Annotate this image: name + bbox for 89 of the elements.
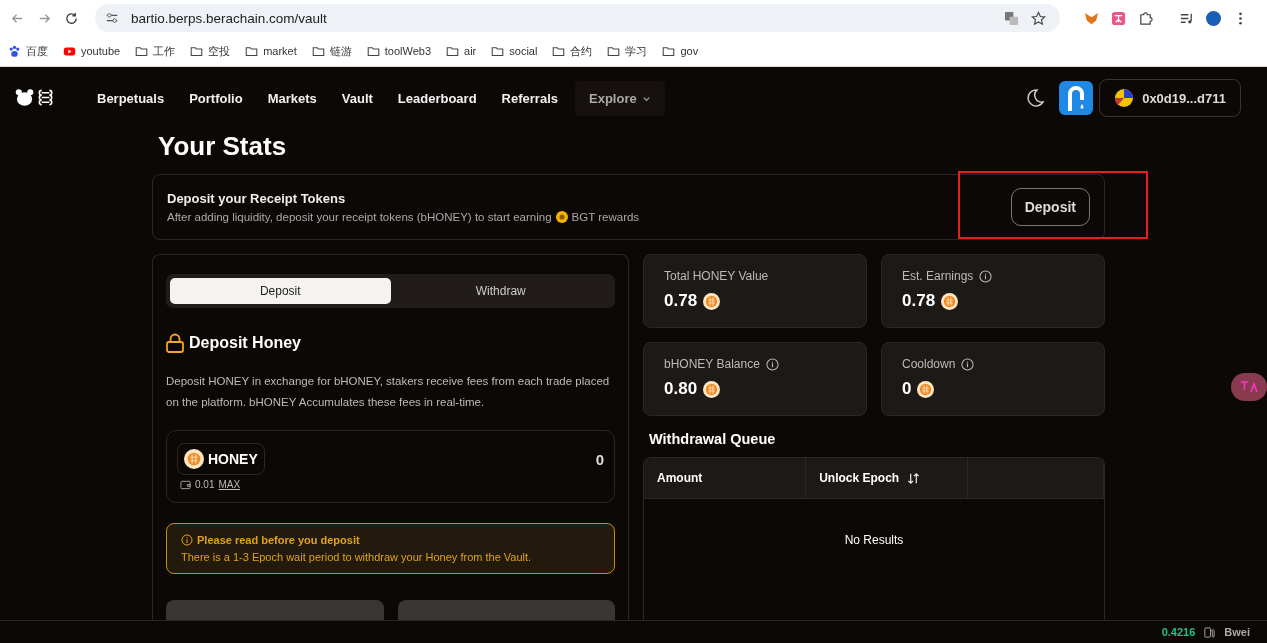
paw-icon [8, 44, 21, 58]
gas-unit: Bwei [1224, 626, 1250, 638]
token-selector[interactable]: HONEY [177, 443, 265, 475]
empty-message: No Results [843, 533, 905, 547]
honey-coin-icon [703, 292, 721, 310]
bookmark[interactable]: 工作 [135, 43, 176, 59]
stat-value: 0.78 [664, 291, 698, 311]
nav-link[interactable]: Berpetuals [85, 90, 178, 106]
translate-button[interactable] [1231, 373, 1267, 401]
fuel-pump-icon [1203, 625, 1217, 639]
max-link[interactable]: MAX [218, 479, 241, 490]
nav-link[interactable]: Markets [255, 90, 330, 106]
bookmark[interactable]: air [446, 44, 477, 58]
stat-label: Cooldown [902, 357, 956, 371]
info-icon[interactable] [765, 357, 779, 371]
folder-icon [135, 44, 149, 58]
play-icon [63, 44, 76, 58]
stat-value: 0.78 [902, 291, 936, 311]
folder-icon [190, 44, 204, 58]
banner-title: Deposit your Receipt Tokens [167, 191, 347, 206]
info-icon [181, 534, 193, 546]
avatar-icon [1114, 88, 1135, 108]
puzzle-icon[interactable] [1138, 10, 1153, 26]
bookmark[interactable]: 学习 [607, 43, 648, 59]
section-title: Withdrawal Queue [649, 431, 777, 447]
address-bar[interactable]: bartio.berps.berachain.com/vault [95, 4, 1060, 32]
translate-icon[interactable] [1004, 10, 1019, 26]
section-title: Deposit Honey [189, 334, 301, 352]
folder-icon [245, 44, 259, 58]
stat-label: bHONEY Balance [664, 357, 760, 371]
wallet-button[interactable]: 0x0d19...d711 [1099, 79, 1241, 117]
nav-dropdown[interactable]: Explore [575, 80, 665, 116]
star-icon[interactable] [1031, 10, 1046, 26]
bookmark[interactable]: youtube [63, 44, 121, 58]
folder-icon [552, 44, 566, 58]
bookmark[interactable]: 链游 [311, 43, 352, 59]
folder-icon [607, 44, 621, 58]
nav-link[interactable]: Portfolio [177, 90, 256, 106]
banner-text: BGT rewards [571, 211, 640, 223]
reload-icon[interactable] [64, 10, 79, 26]
amount-field[interactable]: HONEY 0 0.01 MAX [166, 430, 615, 503]
bookmark[interactable]: 百度 [8, 43, 48, 59]
stat-label: Est. Earnings [902, 269, 974, 283]
folder-icon [446, 44, 460, 58]
faucet-icon[interactable] [1059, 81, 1094, 115]
honey-coin-icon [917, 380, 935, 398]
folder-icon [662, 44, 676, 58]
stat-label: Total HONEY Value [664, 269, 769, 283]
tab[interactable]: Withdraw [390, 278, 611, 304]
wallet-icon [180, 479, 191, 490]
moon-icon[interactable] [1025, 88, 1046, 108]
folder-icon [366, 44, 380, 58]
bookmark[interactable]: market [245, 44, 297, 58]
stat-value: 0.80 [664, 379, 698, 399]
honey-coin-icon [703, 380, 721, 398]
bookmark[interactable]: 合约 [552, 43, 593, 59]
site-settings-icon[interactable] [105, 11, 119, 25]
bookmark[interactable]: gov [662, 44, 699, 58]
info-icon[interactable] [961, 357, 975, 371]
lock-icon [166, 333, 184, 353]
honey-coin-icon [941, 292, 959, 310]
profile-avatar[interactable] [1206, 10, 1221, 26]
bookmark[interactable]: social [491, 44, 538, 58]
description: Deposit HONEY in exchange for bHONEY, stakers receive fees from each trade placed on the platform. bHONEY Accumulates these fees in real-time. [166, 374, 611, 410]
bookmark[interactable]: toolWeb3 [366, 44, 432, 58]
column-header: Amount [657, 471, 703, 485]
fox-icon[interactable] [1084, 10, 1099, 26]
sort-icon[interactable] [907, 471, 921, 485]
honey-coin-icon [184, 449, 204, 469]
amount-value: 0 [595, 450, 604, 468]
column-header: Unlock Epoch [819, 471, 900, 485]
folder-icon [491, 44, 505, 58]
coin-icon [555, 211, 568, 223]
stat-value: 0 [902, 379, 912, 399]
folder-icon [311, 44, 325, 58]
nav-link[interactable]: Vault [329, 90, 386, 106]
gas-price: 0.4216 [1161, 626, 1196, 638]
deposit-button[interactable]: Deposit [1010, 188, 1090, 226]
page-title: Your Stats [158, 131, 288, 162]
notice-title: Please read before you deposit [197, 534, 360, 546]
nav-link[interactable]: Leaderboard [385, 90, 490, 106]
bookmark[interactable]: 空投 [190, 43, 231, 59]
info-icon[interactable] [979, 269, 993, 283]
tab[interactable]: Deposit [170, 278, 391, 304]
nav-link[interactable]: Referrals [489, 90, 571, 106]
banner-text: After adding liquidity, deposit your receipt tokens (bHONEY) to start earning [167, 211, 552, 223]
notice-text: There is a 1-3 Epoch wait period to withdraw your Honey from the Vault. [181, 551, 533, 563]
extension-icon[interactable] [1111, 10, 1126, 26]
balance-value: 0.01 [195, 479, 215, 490]
